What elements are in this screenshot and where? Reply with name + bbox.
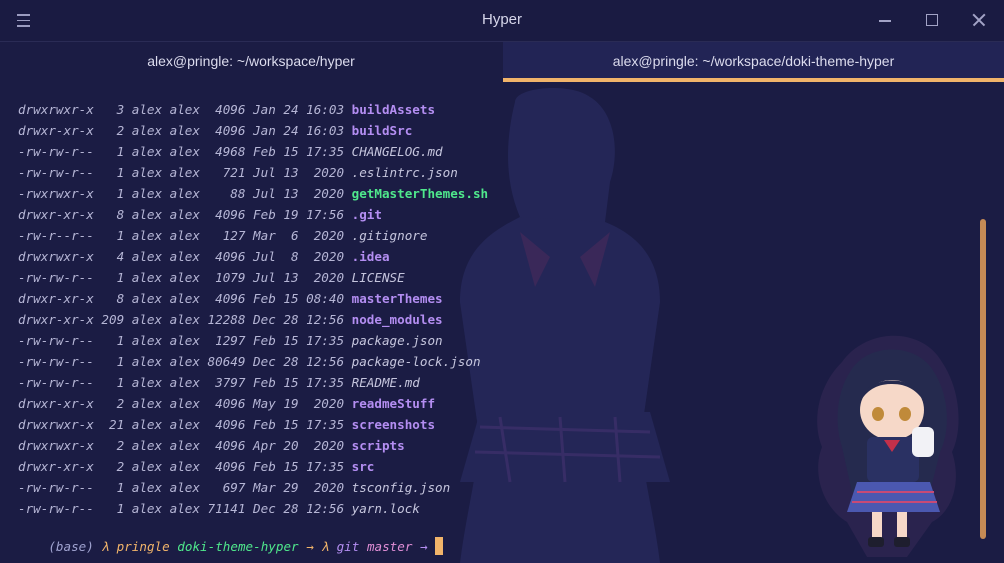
file-metadata: drwxrwxr-x 2 alex alex 4096 Apr 20 2020: [18, 438, 352, 453]
file-name: LICENSE: [351, 270, 405, 285]
file-metadata: drwxr-xr-x 2 alex alex 4096 Jan 24 16:03: [18, 123, 352, 138]
prompt-arrow-2: →: [420, 539, 428, 554]
shell-prompt[interactable]: (base) λ pringle doki-theme-hyper → λ gi…: [18, 515, 444, 555]
directory-name: readmeStuff: [351, 396, 436, 411]
listing-row: drwxrwxr-x 3 alex alex 4096 Jan 24 16:03…: [18, 99, 488, 120]
listing-row: drwxrwxr-x 4 alex alex 4096 Jul 8 2020 .…: [18, 246, 488, 267]
listing-row: drwxrwxr-x 21 alex alex 4096 Feb 15 17:3…: [18, 414, 488, 435]
file-metadata: drwxr-xr-x 2 alex alex 4096 May 19 2020: [18, 396, 352, 411]
conda-env: (base): [48, 539, 94, 554]
tab-bar: alex@pringle: ~/workspace/hyper alex@pri…: [0, 42, 1004, 82]
listing-row: -rwxrwxr-x 1 alex alex 88 Jul 13 2020 ge…: [18, 183, 488, 204]
listing-row: -rw-rw-r-- 1 alex alex 697 Mar 29 2020 t…: [18, 477, 488, 498]
directory-name: buildSrc: [351, 123, 413, 138]
file-metadata: -rwxrwxr-x 1 alex alex 88 Jul 13 2020: [18, 186, 352, 201]
git-label: git: [336, 539, 360, 554]
listing-row: drwxr-xr-x 8 alex alex 4096 Feb 15 08:40…: [18, 288, 488, 309]
lambda-symbol: λ: [101, 539, 110, 554]
maximize-button[interactable]: [919, 8, 945, 32]
chibi-character-sticker: [817, 335, 959, 557]
file-metadata: -rw-rw-r-- 1 alex alex 1297 Feb 15 17:35: [18, 333, 352, 348]
file-metadata: -rw-rw-r-- 1 alex alex 71141 Dec 28 12:5…: [18, 501, 352, 516]
listing-row: -rw-rw-r-- 1 alex alex 3797 Feb 15 17:35…: [18, 372, 488, 393]
directory-name: buildAssets: [351, 102, 436, 117]
listing-row: drwxr-xr-x 209 alex alex 12288 Dec 28 12…: [18, 309, 488, 330]
listing-row: drwxr-xr-x 8 alex alex 4096 Feb 19 17:56…: [18, 204, 488, 225]
listing-row: drwxrwxr-x 2 alex alex 4096 Apr 20 2020 …: [18, 435, 488, 456]
current-directory: doki-theme-hyper: [177, 539, 299, 554]
minimize-button[interactable]: [872, 8, 898, 32]
text-cursor: [435, 537, 444, 555]
lambda-symbol-2: λ: [321, 539, 329, 554]
terminal-pane[interactable]: drwxrwxr-x 3 alex alex 4096 Jan 24 16:03…: [0, 82, 1004, 563]
hostname: pringle: [116, 539, 170, 554]
terminal-scrollbar[interactable]: [980, 219, 986, 539]
file-metadata: drwxr-xr-x 2 alex alex 4096 Feb 15 17:35: [18, 459, 352, 474]
file-metadata: -rw-rw-r-- 1 alex alex 80649 Dec 28 12:5…: [18, 354, 352, 369]
file-name: package.json: [351, 333, 443, 348]
tab-doki-theme-hyper[interactable]: alex@pringle: ~/workspace/doki-theme-hyp…: [503, 42, 1004, 82]
file-metadata: -rw-rw-r-- 1 alex alex 1079 Jul 13 2020: [18, 270, 352, 285]
file-name: package-lock.json: [351, 354, 481, 369]
listing-row: -rw-rw-r-- 1 alex alex 4968 Feb 15 17:35…: [18, 141, 488, 162]
listing-row: -rw-rw-r-- 1 alex alex 80649 Dec 28 12:5…: [18, 351, 488, 372]
git-branch: master: [366, 539, 413, 554]
file-metadata: drwxrwxr-x 4 alex alex 4096 Jul 8 2020: [18, 249, 352, 264]
directory-name: src: [351, 459, 375, 474]
file-name: CHANGELOG.md: [351, 144, 443, 159]
directory-name: scripts: [351, 438, 405, 453]
tab-hyper[interactable]: alex@pringle: ~/workspace/hyper: [0, 42, 502, 82]
listing-row: drwxr-xr-x 2 alex alex 4096 May 19 2020 …: [18, 393, 488, 414]
file-metadata: drwxr-xr-x 8 alex alex 4096 Feb 15 08:40: [18, 291, 352, 306]
prompt-arrow: →: [306, 539, 314, 554]
file-name: README.md: [351, 375, 420, 390]
file-metadata: -rw-rw-r-- 1 alex alex 721 Jul 13 2020: [18, 165, 352, 180]
file-metadata: -rw-r--r-- 1 alex alex 127 Mar 6 2020: [18, 228, 352, 243]
listing-row: -rw-rw-r-- 1 alex alex 1079 Jul 13 2020 …: [18, 267, 488, 288]
listing-row: drwxr-xr-x 2 alex alex 4096 Jan 24 16:03…: [18, 120, 488, 141]
listing-row: -rw-rw-r-- 1 alex alex 1297 Feb 15 17:35…: [18, 330, 488, 351]
directory-listing: drwxrwxr-x 3 alex alex 4096 Jan 24 16:03…: [18, 99, 488, 519]
file-name: tsconfig.json: [351, 480, 451, 495]
directory-name: masterThemes: [351, 291, 443, 306]
file-name: .gitignore: [351, 228, 428, 243]
directory-name: screenshots: [351, 417, 436, 432]
title-bar: Hyper: [0, 0, 1004, 42]
directory-name: .idea: [351, 249, 390, 264]
close-button[interactable]: [966, 8, 992, 32]
file-metadata: drwxrwxr-x 21 alex alex 4096 Feb 15 17:3…: [18, 417, 352, 432]
file-name: .eslintrc.json: [351, 165, 458, 180]
file-metadata: -rw-rw-r-- 1 alex alex 4968 Feb 15 17:35: [18, 144, 352, 159]
directory-name: node_modules: [351, 312, 443, 327]
listing-row: -rw-r--r-- 1 alex alex 127 Mar 6 2020 .g…: [18, 225, 488, 246]
file-name: yarn.lock: [351, 501, 420, 516]
window-title: Hyper: [481, 11, 522, 28]
file-metadata: drwxrwxr-x 3 alex alex 4096 Jan 24 16:03: [18, 102, 352, 117]
listing-row: -rw-rw-r-- 1 alex alex 721 Jul 13 2020 .…: [18, 162, 488, 183]
directory-name: .git: [351, 207, 382, 222]
file-metadata: -rw-rw-r-- 1 alex alex 697 Mar 29 2020: [18, 480, 352, 495]
file-metadata: -rw-rw-r-- 1 alex alex 3797 Feb 15 17:35: [18, 375, 352, 390]
listing-row: drwxr-xr-x 2 alex alex 4096 Feb 15 17:35…: [18, 456, 488, 477]
file-metadata: drwxr-xr-x 8 alex alex 4096 Feb 19 17:56: [18, 207, 352, 222]
file-metadata: drwxr-xr-x 209 alex alex 12288 Dec 28 12…: [18, 312, 352, 327]
file-name: getMasterThemes.sh: [351, 186, 489, 201]
